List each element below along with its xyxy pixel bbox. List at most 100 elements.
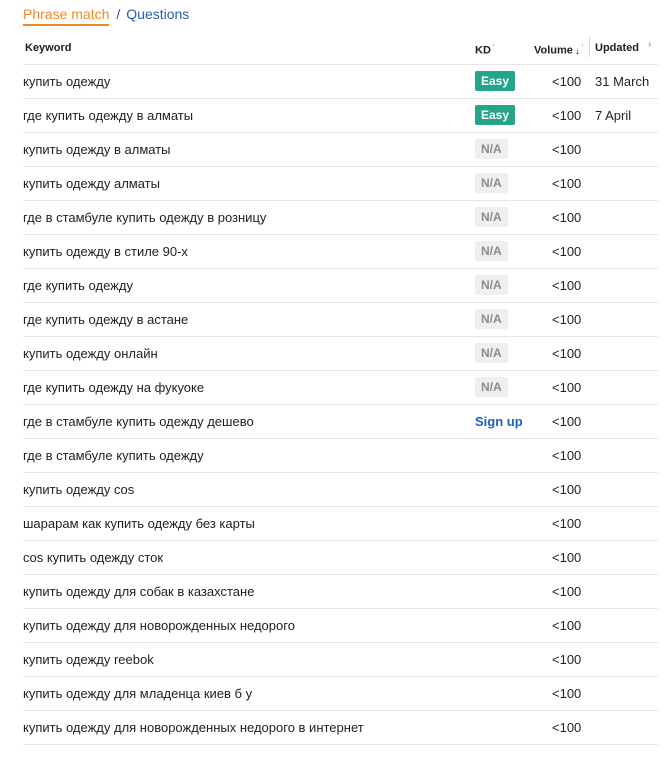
volume-cell: <100: [552, 652, 582, 667]
kd-cell: N/A: [475, 309, 508, 329]
kd-badge-na: N/A: [475, 207, 508, 227]
kd-badge-easy: Easy: [475, 71, 516, 91]
info-icon[interactable]: ⁱ: [493, 42, 494, 51]
table-row[interactable]: купить одежду для собак в казахстане <100: [23, 575, 658, 609]
kd-badge-na: N/A: [475, 275, 508, 295]
keyword-cell[interactable]: купить одежду онлайн: [23, 346, 158, 361]
column-header-volume[interactable]: Volume ↓ ⁱ: [534, 42, 583, 57]
tab-phrase-match[interactable]: Phrase match: [23, 6, 110, 26]
tab-separator: /: [116, 6, 121, 22]
volume-cell: <100: [552, 414, 582, 429]
volume-cell: <100: [552, 618, 582, 633]
tab-questions[interactable]: Questions: [126, 6, 189, 22]
volume-cell: <100: [552, 448, 582, 463]
kd-badge-na: N/A: [475, 173, 508, 193]
table-row[interactable]: cos купить одежду сток <100: [23, 541, 658, 575]
keyword-cell[interactable]: купить одежду для новорожденных недорого…: [23, 720, 364, 735]
volume-cell: <100: [552, 346, 582, 361]
tab-bar: Phrase match / Questions: [23, 6, 189, 26]
keyword-cell[interactable]: купить одежду алматы: [23, 176, 160, 191]
volume-cell: <100: [552, 312, 582, 327]
column-header-volume-label: Volume: [534, 44, 573, 57]
table-body: купить одежду Easy <100 31 March где купить …: [23, 65, 658, 745]
chevron-right-icon[interactable]: ›: [648, 39, 651, 50]
kd-cell: Sign up: [475, 411, 523, 429]
table-header: Keyword KD ⁱ Volume ↓ ⁱ Updated ›: [23, 31, 658, 65]
info-icon[interactable]: ⁱ: [582, 42, 583, 51]
keyword-cell[interactable]: шарарам как купить одежду без карты: [23, 516, 255, 531]
kd-cell: Easy: [475, 71, 516, 91]
keyword-cell[interactable]: cos купить одежду сток: [23, 550, 163, 565]
table-row[interactable]: купить одежду reebok <100: [23, 643, 658, 677]
kd-cell: N/A: [475, 343, 508, 363]
table-row[interactable]: купить одежду в алматы N/A <100: [23, 133, 658, 167]
table-row[interactable]: купить одежду для новорожденных недорого…: [23, 609, 658, 643]
keyword-cell[interactable]: купить одежду в стиле 90-х: [23, 244, 188, 259]
sort-desc-icon: ↓: [574, 45, 580, 57]
table-row[interactable]: где купить одежду в алматы Easy <100 7 Apri…: [23, 99, 658, 133]
kd-badge-easy: Easy: [475, 105, 516, 125]
table-row[interactable]: купить одежду Easy <100 31 March: [23, 65, 658, 99]
volume-cell: <100: [552, 176, 582, 191]
table-row[interactable]: купить одежду для новорожденных недорого…: [23, 711, 658, 745]
keyword-cell[interactable]: купить одежду для новорожденных недорого: [23, 618, 295, 633]
column-divider: [589, 37, 590, 57]
kd-badge-na: N/A: [475, 343, 508, 363]
table-row[interactable]: купить одежду cos <100: [23, 473, 658, 507]
volume-cell: <100: [552, 278, 582, 293]
table-row[interactable]: где в стамбуле купить одежду дешево Sign …: [23, 405, 658, 439]
column-header-kd-label: KD: [475, 44, 491, 57]
volume-cell: <100: [552, 584, 582, 599]
kd-badge-na: N/A: [475, 377, 508, 397]
keyword-cell[interactable]: купить одежду в алматы: [23, 142, 171, 157]
updated-cell: 31 March: [595, 74, 650, 89]
keyword-cell[interactable]: купить одежду для собак в казахстане: [23, 584, 254, 599]
table-row[interactable]: купить одежду онлайн N/A <100: [23, 337, 658, 371]
updated-cell: 7 April: [595, 108, 632, 123]
sign-up-link[interactable]: Sign up: [475, 411, 523, 429]
keyword-cell[interactable]: где купить одежду в астане: [23, 312, 188, 327]
kd-cell: Easy: [475, 105, 516, 125]
column-header-keyword[interactable]: Keyword: [25, 42, 71, 54]
kd-badge-na: N/A: [475, 309, 508, 329]
kd-cell: N/A: [475, 173, 508, 193]
kd-cell: N/A: [475, 139, 508, 159]
table-row[interactable]: купить одежду в стиле 90-х N/A <100: [23, 235, 658, 269]
keyword-cell[interactable]: купить одежду для младенца киев б у: [23, 686, 252, 701]
volume-cell: <100: [552, 482, 582, 497]
keywords-table: Keyword KD ⁱ Volume ↓ ⁱ Updated › купить од…: [23, 31, 658, 745]
keyword-cell[interactable]: где в стамбуле купить одежду: [23, 448, 204, 463]
keyword-cell[interactable]: купить одежду reebok: [23, 652, 154, 667]
keyword-cell[interactable]: где купить одежду на фукуоке: [23, 380, 204, 395]
volume-cell: <100: [552, 108, 582, 123]
table-row[interactable]: шарарам как купить одежду без карты <100: [23, 507, 658, 541]
keyword-cell[interactable]: где в стамбуле купить одежду в розницу: [23, 210, 266, 225]
volume-cell: <100: [552, 210, 582, 225]
table-row[interactable]: где в стамбуле купить одежду в розницу N/…: [23, 201, 658, 235]
keyword-cell[interactable]: купить одежду cos: [23, 482, 134, 497]
keyword-cell[interactable]: где купить одежду: [23, 278, 133, 293]
keyword-cell[interactable]: где купить одежду в алматы: [23, 108, 193, 123]
table-row[interactable]: где купить одежду на фукуоке N/A <100: [23, 371, 658, 405]
table-row[interactable]: купить одежду для младенца киев б у <100: [23, 677, 658, 711]
keyword-cell[interactable]: где в стамбуле купить одежду дешево: [23, 414, 254, 429]
volume-cell: <100: [552, 686, 582, 701]
volume-cell: <100: [552, 74, 582, 89]
volume-cell: <100: [552, 380, 582, 395]
kd-cell: N/A: [475, 241, 508, 261]
kd-cell: N/A: [475, 377, 508, 397]
volume-cell: <100: [552, 720, 582, 735]
table-row[interactable]: где купить одежду N/A <100: [23, 269, 658, 303]
keyword-cell[interactable]: купить одежду: [23, 74, 110, 89]
volume-cell: <100: [552, 516, 582, 531]
kd-cell: N/A: [475, 275, 508, 295]
column-header-updated[interactable]: Updated: [595, 42, 639, 54]
kd-cell: N/A: [475, 207, 508, 227]
column-header-kd[interactable]: KD ⁱ: [475, 42, 494, 57]
volume-cell: <100: [552, 244, 582, 259]
table-row[interactable]: купить одежду алматы N/A <100: [23, 167, 658, 201]
kd-badge-na: N/A: [475, 241, 508, 261]
table-row[interactable]: где купить одежду в астане N/A <100: [23, 303, 658, 337]
volume-cell: <100: [552, 550, 582, 565]
table-row[interactable]: где в стамбуле купить одежду <100: [23, 439, 658, 473]
